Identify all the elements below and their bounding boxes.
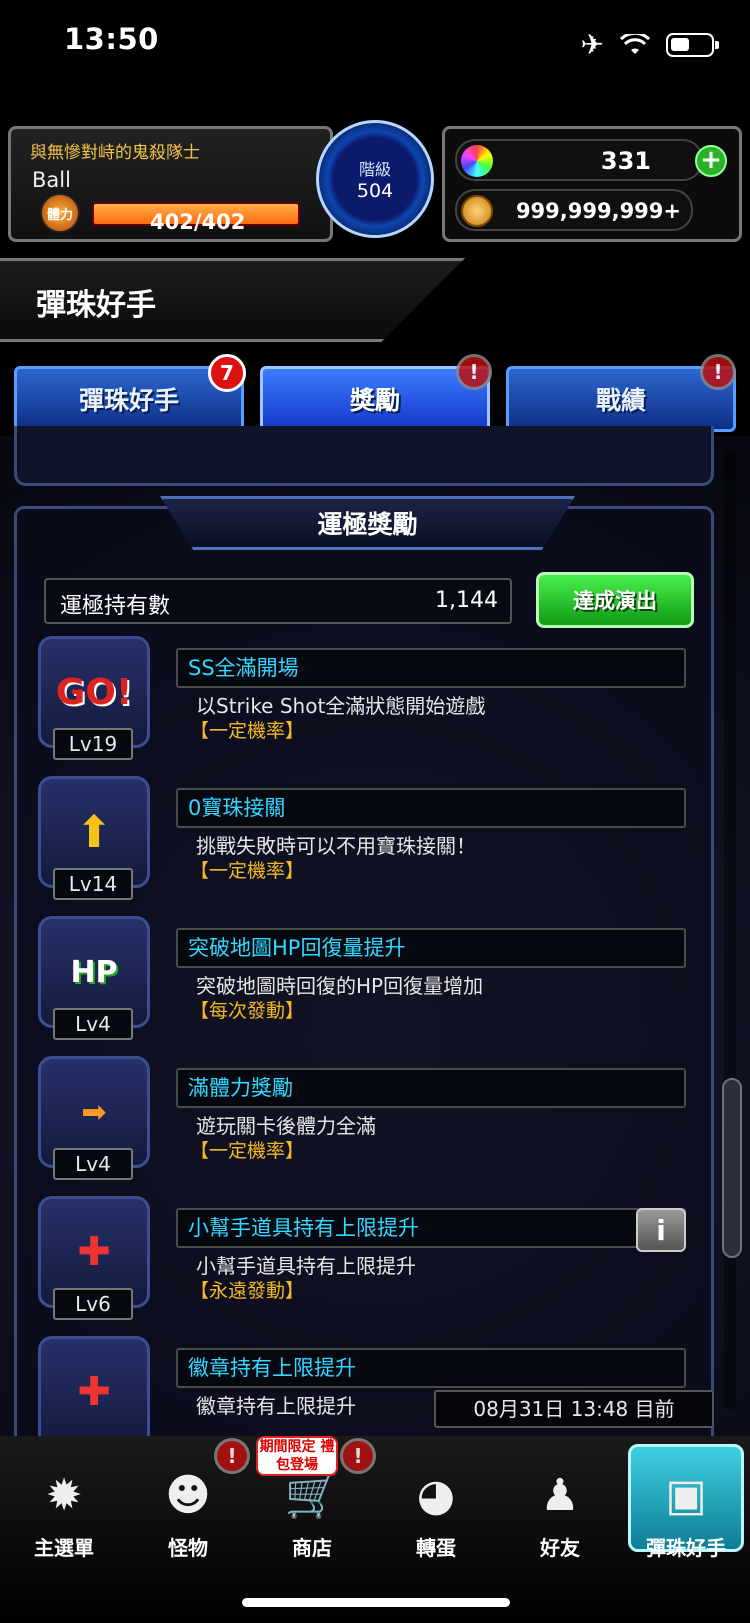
reward-title: 0寶珠接關 — [176, 788, 686, 828]
stamina-value: 402/402 — [150, 210, 246, 234]
list-item[interactable]: GO! Lv19 SS全滿開場 以Strike Shot全滿狀態開始遊戲 【一定… — [0, 636, 750, 776]
gem-counter: 331 + — [455, 139, 727, 181]
badge-item-icon: ✚ — [38, 1336, 150, 1448]
reward-tag: 【每次發動】 — [190, 1000, 305, 1022]
page-title: 彈珠好手 — [36, 288, 156, 323]
luck-count-value: 1,144 — [435, 588, 498, 613]
reward-title: SS全滿開場 — [176, 648, 686, 688]
monster-icon: ☻ — [165, 1470, 211, 1521]
tab-label: 彈珠好手 — [78, 386, 179, 415]
reward-title: 突破地圖HP回復量提升 — [176, 928, 686, 968]
nav-marble-master[interactable]: ▣ 彈珠好手 — [636, 1464, 736, 1561]
alert-icon: ! — [456, 354, 492, 390]
nav-label: 彈珠好手 — [646, 1536, 726, 1560]
battery-icon — [666, 32, 719, 57]
home-indicator[interactable] — [242, 1598, 510, 1607]
gold-counter: 999,999,999+ — [455, 189, 693, 231]
nav-label: 商店 — [292, 1536, 332, 1560]
tab-label: 戰績 — [595, 386, 646, 415]
gold-value: 999,999,999+ — [515, 199, 681, 223]
reward-title: 徽章持有上限提升 — [176, 1348, 686, 1388]
nav-friends[interactable]: ♟ 好友 — [510, 1464, 610, 1561]
reward-desc: 小幫手道具持有上限提升 — [196, 1254, 416, 1278]
rank-badge[interactable]: 階級 504 — [316, 120, 434, 238]
reward-tag: 【一定機率】 — [190, 1140, 305, 1162]
gacha-egg-icon: ◕ — [416, 1470, 456, 1521]
airplane-icon: ✈ — [580, 28, 604, 61]
panel-title: 運極獎勵 — [160, 496, 575, 550]
alert-icon: ! — [700, 354, 736, 390]
reward-desc: 挑戰失敗時可以不用寶珠接關！ — [196, 834, 476, 858]
reward-desc: 突破地圖時回復的HP回復量增加 — [196, 974, 484, 998]
currency-box: 331 + 999,999,999+ — [442, 126, 742, 242]
wifi-icon — [620, 33, 650, 54]
reward-desc: 以Strike Shot全滿狀態開始遊戲 — [196, 694, 486, 718]
status-icons: ✈ — [580, 28, 719, 61]
main-menu-icon: ✹ — [45, 1470, 83, 1521]
reward-tag: 【永遠發動】 — [190, 1280, 305, 1302]
marble-master-icon: ▣ — [665, 1470, 707, 1521]
player-title: 與無慘對峙的鬼殺隊士 — [30, 143, 200, 163]
alert-icon: ! — [214, 1438, 250, 1474]
stamina-icon: 體力 — [40, 193, 80, 233]
friends-icon: ♟ — [540, 1470, 580, 1521]
scrollbar-thumb[interactable] — [722, 1078, 742, 1258]
reward-tag: 【一定機率】 — [190, 860, 305, 882]
notification-badge: 7 — [208, 354, 246, 392]
nav-label: 轉蛋 — [416, 1536, 456, 1560]
reward-desc: 遊玩關卡後體力全滿 — [196, 1114, 376, 1138]
promo-label: 期間限定 禮包登場 — [256, 1436, 338, 1476]
list-item[interactable]: HP Lv4 突破地圖HP回復量提升 突破地圖時回復的HP回復量增加 【每次發動… — [0, 916, 750, 1056]
tab-label: 獎勵 — [349, 386, 400, 415]
rank-value: 504 — [356, 180, 394, 202]
list-item[interactable]: ✚ Lv6 小幫手道具持有上限提升 i 小幫手道具持有上限提升 【永遠發動】 — [0, 1196, 750, 1336]
level-label: Lv19 — [53, 728, 133, 760]
nav-label: 好友 — [540, 1536, 580, 1560]
nav-gacha[interactable]: ◕ 轉蛋 — [386, 1464, 486, 1561]
alert-icon: ! — [340, 1438, 376, 1474]
reward-title: 滿體力獎勵 — [176, 1068, 686, 1108]
previous-panel — [14, 426, 714, 486]
gold-coin-icon — [461, 195, 493, 227]
nav-monster[interactable]: ☻ 怪物 — [138, 1464, 238, 1561]
last-updated-time: 08月31日 13:48 目前 — [434, 1390, 714, 1428]
bottom-nav: ✹ 主選單 ☻ 怪物 🛒 商店 期間限定 禮包登場 ! ! ◕ 轉蛋 ♟ 好友 … — [0, 1436, 750, 1623]
level-label: Lv14 — [53, 868, 133, 900]
nav-label: 主選單 — [34, 1536, 94, 1560]
level-label: Lv4 — [53, 1008, 133, 1040]
player-name: Ball — [32, 168, 71, 192]
list-item[interactable]: ⬆ Lv14 0寶珠接關 挑戰失敗時可以不用寶珠接關！ 【一定機率】 — [0, 776, 750, 916]
gem-value: 331 — [600, 147, 651, 175]
luck-count-label: 運極持有數 — [60, 594, 171, 619]
clock: 13:50 — [64, 22, 159, 56]
content-area[interactable]: 運極獎勵 運極持有數 1,144 達成演出 GO! Lv19 SS全滿開場 以S… — [0, 426, 750, 1486]
reward-desc: 徽章持有上限提升 — [196, 1394, 356, 1418]
scrollbar-track[interactable] — [724, 450, 736, 1410]
list-item[interactable]: ➡ Lv4 滿體力獎勵 遊玩關卡後體力全滿 【一定機率】 — [0, 1056, 750, 1196]
rank-label: 階級 — [358, 160, 391, 179]
nav-label: 怪物 — [168, 1536, 208, 1560]
info-button[interactable]: i — [636, 1208, 686, 1252]
player-header: 與無慘對峙的鬼殺隊士 Ball 體力 402/402 階級 504 331 + … — [0, 118, 750, 248]
add-gems-button[interactable]: + — [695, 145, 727, 177]
reward-title: 小幫手道具持有上限提升 — [176, 1208, 686, 1248]
nav-shop[interactable]: 🛒 商店 — [262, 1464, 362, 1561]
nav-main-menu[interactable]: ✹ 主選單 — [14, 1464, 114, 1561]
luck-count-box: 運極持有數 1,144 — [44, 578, 512, 624]
gem-icon — [461, 145, 493, 177]
level-label: Lv6 — [53, 1288, 133, 1320]
achievement-animation-button[interactable]: 達成演出 — [536, 572, 694, 628]
reward-tag: 【一定機率】 — [190, 720, 305, 742]
level-label: Lv4 — [53, 1148, 133, 1180]
status-bar: 13:50 ✈ — [0, 0, 750, 84]
